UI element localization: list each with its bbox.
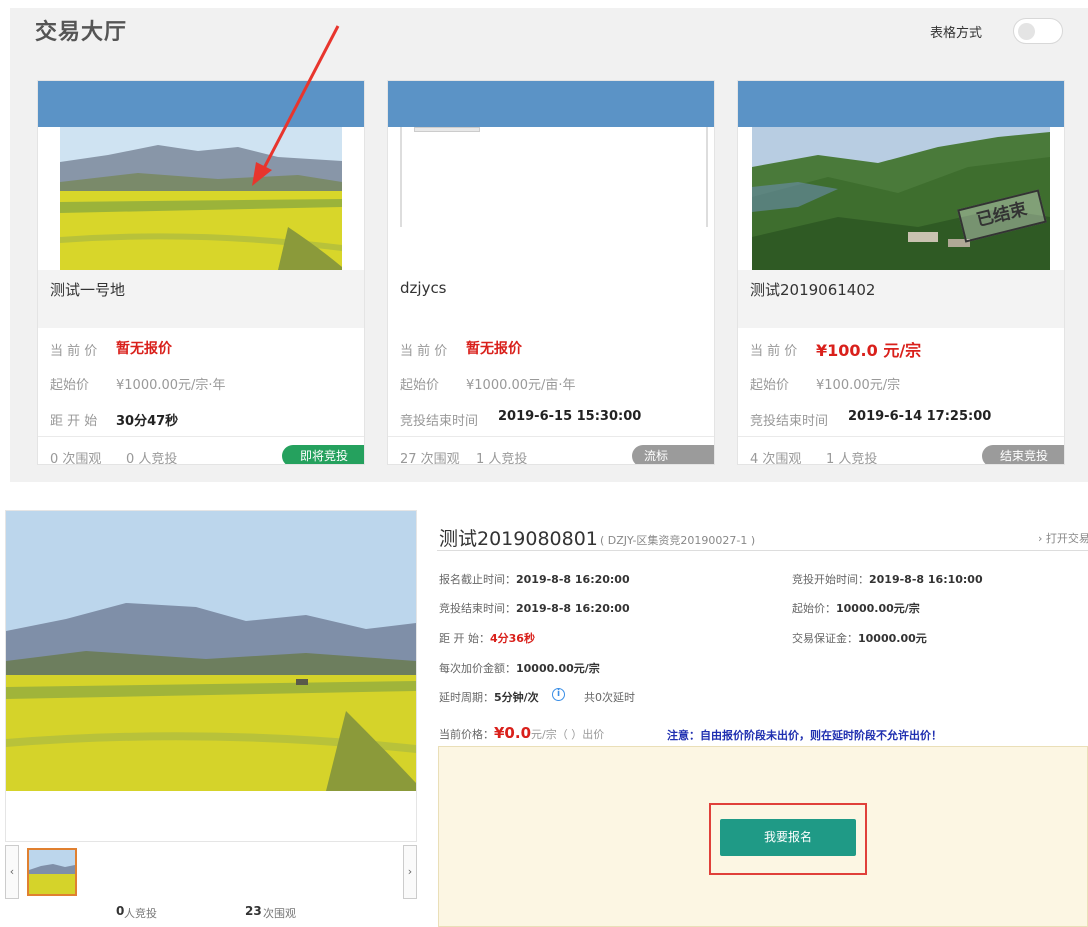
open-trading-link[interactable]: › 打开交易 — [1038, 530, 1088, 546]
reg-deadline: 报名截止时间：2019-8-8 16:20:00 — [439, 573, 630, 586]
start-price: 起始价：10000.00元/宗 — [792, 602, 920, 615]
bidders-label: 人竞投 — [124, 907, 157, 920]
bid-end-time: 竞投结束时间：2019-8-8 16:20:00 — [439, 602, 630, 615]
detail-title: 测试2019080801 — [439, 528, 598, 550]
detail-code: ( DZJY-区集资竞20190027-1 ) — [600, 534, 756, 547]
deposit: 交易保证金：10000.00元 — [792, 632, 927, 645]
thumbnail[interactable] — [27, 848, 77, 896]
divider — [437, 550, 1088, 551]
thumbnail-strip: ‹ › — [5, 845, 417, 899]
chevron-right-icon: › — [407, 865, 413, 878]
bid-increment: 每次加价金额：10000.00元/宗 — [439, 662, 600, 675]
views-count: 23 — [245, 904, 262, 918]
bid-start-time: 竞投开始时间：2019-8-8 16:10:00 — [792, 573, 983, 586]
thumb-next-button[interactable]: › — [403, 845, 417, 899]
info-icon[interactable]: i — [552, 688, 565, 701]
current-price: 当前价格：¥0.0元/宗（ ）出价 — [439, 724, 605, 742]
chevron-left-icon: ‹ — [9, 865, 15, 878]
annotation-arrow-icon — [252, 25, 340, 186]
warning-notice: 注意：自由报价阶段未出价，则在延时阶段不允许出价！ — [667, 729, 942, 742]
detail-main-image[interactable] — [5, 510, 417, 842]
countdown: 距 开 始：4分36秒 — [439, 632, 535, 645]
views-label: 次围观 — [263, 907, 296, 920]
signup-button[interactable]: 我要报名 — [720, 819, 856, 856]
thumb-prev-button[interactable]: ‹ — [5, 845, 19, 899]
delay-count: 共0次延时 — [584, 691, 635, 704]
delay-period: 延时周期：5分钟/次 — [439, 691, 539, 704]
